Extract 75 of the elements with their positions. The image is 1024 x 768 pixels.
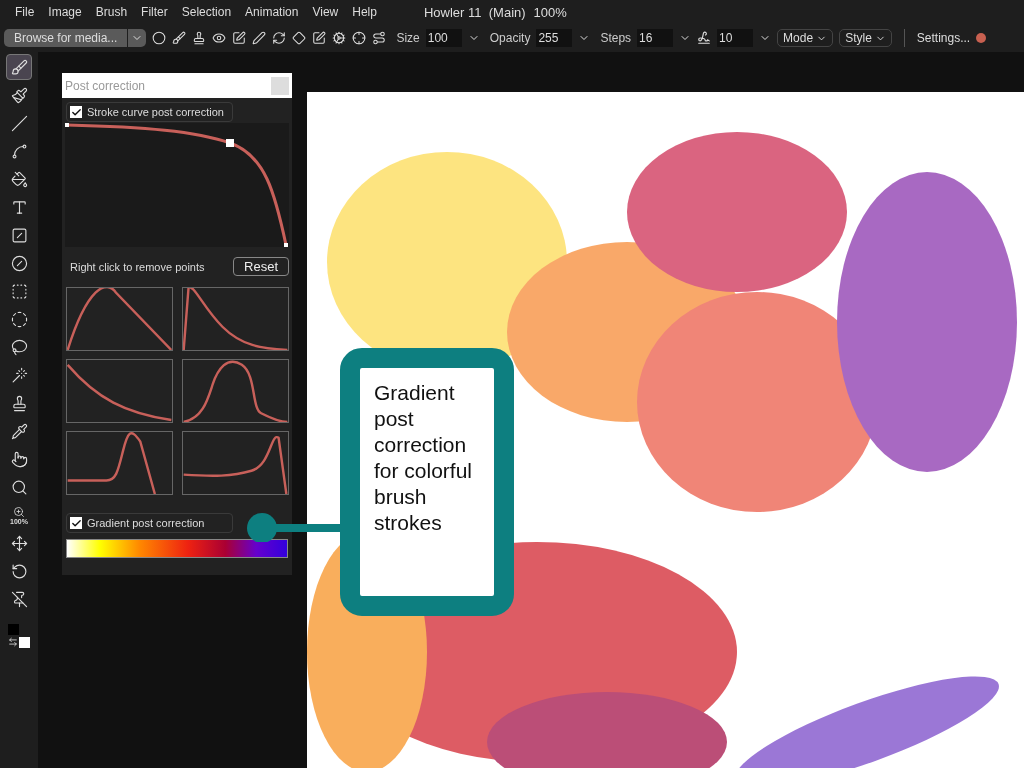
undo-icon <box>10 562 28 580</box>
signature-icon <box>697 31 712 45</box>
circle-icon[interactable] <box>152 31 167 45</box>
tool-button[interactable] <box>6 54 32 80</box>
text-icon <box>10 198 28 216</box>
pipette-icon <box>10 422 28 440</box>
pin-off-icon <box>10 590 28 608</box>
checkbox-label: Stroke curve post correction <box>87 106 224 118</box>
curve-preset[interactable] <box>66 287 173 351</box>
number-field[interactable]: 16 <box>637 29 674 47</box>
square-slash-icon <box>10 226 28 244</box>
curve-icon <box>10 142 28 160</box>
curve-editor[interactable] <box>65 123 289 247</box>
number-field[interactable]: 255 <box>536 29 573 47</box>
number-field[interactable]: 10 <box>717 29 754 47</box>
brush-icon[interactable] <box>172 31 187 45</box>
brush-icon <box>10 58 28 76</box>
number-field[interactable]: 100 <box>425 29 462 47</box>
line-icon <box>10 114 28 132</box>
checkbox-label: Gradient post correction <box>87 517 205 529</box>
square-pen-icon[interactable] <box>232 31 247 45</box>
paintbrush-icon <box>10 86 28 104</box>
search-icon <box>10 478 28 496</box>
circle-slash-icon <box>10 254 28 272</box>
curve-preset[interactable] <box>66 431 173 495</box>
dropdown-button[interactable] <box>128 29 147 47</box>
dashed-circle-icon <box>10 310 28 328</box>
menu-item[interactable]: Brush <box>88 5 135 19</box>
zoom-level: 100% <box>533 4 567 20</box>
reset-button[interactable]: Reset <box>233 257 289 276</box>
gradient-bar[interactable] <box>66 539 288 558</box>
crosshair-icon[interactable] <box>352 31 367 45</box>
dashed-square-icon <box>10 282 28 300</box>
curve-preset[interactable] <box>182 431 289 495</box>
wand-icon <box>10 366 28 384</box>
menu-item[interactable]: Filter <box>134 5 175 19</box>
stamp-icon <box>10 394 28 412</box>
checkbox[interactable] <box>70 517 82 529</box>
field-label: Steps <box>600 31 632 45</box>
refresh-icon[interactable] <box>272 31 287 45</box>
hint-text: Right click to remove points <box>70 260 205 273</box>
dropdown[interactable]: Style <box>839 29 892 47</box>
panel-title: Post correction <box>65 78 146 93</box>
diamond-icon[interactable] <box>292 31 307 45</box>
settings-link[interactable]: Settings... <box>916 31 971 45</box>
menu-item[interactable]: Image <box>41 5 89 19</box>
curve-preset[interactable] <box>182 359 289 423</box>
gradient-checkbox-row[interactable]: Gradient post correction <box>66 513 233 533</box>
window-title: Howler 11 (Main) <box>423 4 526 20</box>
menu-item[interactable]: Animation <box>238 5 306 19</box>
eye-icon[interactable] <box>212 31 227 45</box>
field-label: Opacity <box>489 31 531 45</box>
menu-item[interactable]: View <box>305 5 346 19</box>
menu-item[interactable]: File <box>8 5 42 19</box>
checkbox[interactable] <box>70 106 82 118</box>
cog-icon[interactable] <box>332 31 347 45</box>
curve-preset[interactable] <box>182 287 289 351</box>
route-icon[interactable] <box>372 31 387 45</box>
zoom-icon <box>13 505 25 518</box>
menu-item[interactable]: Selection <box>174 5 239 19</box>
pointer-hand-icon <box>10 450 28 468</box>
lasso-icon <box>10 338 28 356</box>
curve-preset[interactable] <box>66 359 173 423</box>
pen-icon[interactable] <box>252 31 267 45</box>
field-label: Size <box>396 31 420 45</box>
dropdown[interactable]: Mode <box>777 29 834 47</box>
stamp-icon[interactable] <box>192 31 207 45</box>
callout-text: Gradient post correction for colorful brush strokes <box>374 380 474 536</box>
stroke-curve-checkbox-row[interactable]: Stroke curve post correction <box>66 102 233 122</box>
color-swatches-icon[interactable] <box>8 624 30 648</box>
browse-media-button[interactable]: Browse for media... <box>4 29 128 47</box>
menu-item[interactable]: Help <box>345 5 384 19</box>
square-pen-icon[interactable] <box>312 31 327 45</box>
move-icon <box>10 534 28 552</box>
paint-bucket-icon <box>10 170 28 188</box>
